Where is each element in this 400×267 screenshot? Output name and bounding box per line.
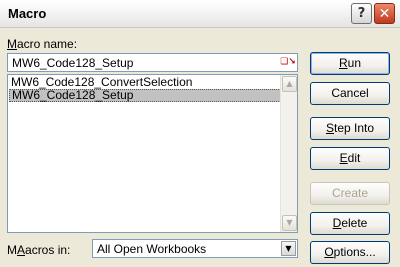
- step-into-button[interactable]: Step Into: [310, 117, 390, 140]
- collapse-dialog-icon[interactable]: ❏↘: [280, 55, 296, 70]
- macros-in-select[interactable]: All Open Workbooks ▼: [92, 239, 298, 258]
- macros-in-value: All Open Workbooks: [97, 242, 207, 256]
- scroll-up-icon[interactable]: ▲: [282, 76, 297, 92]
- options-button[interactable]: Options...: [310, 241, 390, 264]
- dialog-title: Macro: [8, 6, 47, 21]
- close-icon: ✕: [378, 5, 391, 22]
- close-button[interactable]: ✕: [374, 3, 395, 24]
- help-button[interactable]: ?: [351, 3, 372, 24]
- macro-name-input[interactable]: [7, 53, 298, 72]
- title-bar[interactable]: Macro ? ✕: [0, 0, 400, 28]
- macro-list-items: MW6_Code128_ConvertSelection MW6_Code128_…: [9, 76, 281, 102]
- run-button[interactable]: Run: [310, 52, 390, 75]
- chevron-down-icon[interactable]: ▼: [281, 241, 296, 256]
- macro-name-label: Macro name:: [7, 37, 78, 51]
- cancel-button[interactable]: Cancel: [310, 82, 390, 105]
- delete-button[interactable]: Delete: [310, 212, 390, 235]
- edit-button[interactable]: Edit: [310, 147, 390, 170]
- vertical-scrollbar[interactable]: ▲ ▼: [280, 75, 297, 232]
- create-button: Create: [310, 182, 390, 205]
- scroll-down-icon[interactable]: ▼: [282, 215, 297, 231]
- help-icon: ?: [357, 6, 366, 21]
- macro-dialog: Macro ? ✕ Macro name: ❏↘ MW6_Code128_Con…: [0, 0, 400, 267]
- macros-in-label: MAacros in:: [7, 243, 71, 257]
- macro-list-item[interactable]: MW6_Code128_Setup: [9, 89, 281, 102]
- macro-list[interactable]: MW6_Code128_ConvertSelection MW6_Code128_…: [7, 74, 298, 233]
